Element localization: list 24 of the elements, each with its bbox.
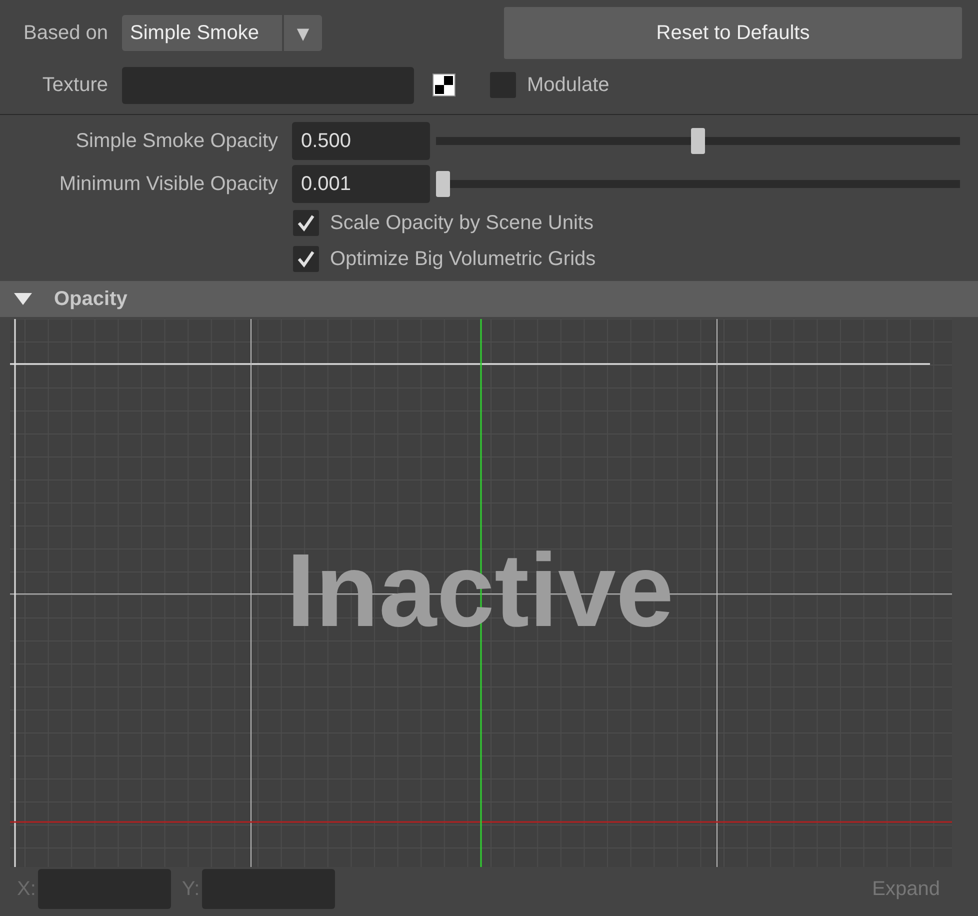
texture-field[interactable] — [122, 66, 414, 104]
collapse-triangle-icon[interactable] — [13, 292, 33, 306]
reset-button[interactable]: Reset to Defaults — [504, 7, 962, 59]
coordinate-field[interactable] — [202, 869, 335, 909]
field-label: Texture — [41, 74, 109, 96]
dropdown-arrow-button[interactable]: ▼ — [284, 15, 322, 51]
field-label: Simple Smoke Opacity — [74, 130, 279, 152]
section-title: Opacity — [54, 288, 128, 310]
modulate-checkbox[interactable] — [490, 72, 516, 98]
value-field[interactable]: 0.500 — [292, 122, 430, 160]
checker-icon[interactable] — [432, 73, 456, 97]
checkbox-label: Modulate — [527, 74, 610, 96]
section-header[interactable]: Opacity — [0, 281, 978, 317]
slider-thumb[interactable] — [691, 128, 705, 154]
field-label: Based on — [22, 22, 109, 44]
coordinate-field[interactable] — [38, 869, 171, 909]
value-field[interactable]: 0.001 — [292, 165, 430, 203]
checkbox-label: Scale Opacity by Scene Units — [330, 212, 594, 234]
field-label: Minimum Visible Opacity — [58, 172, 279, 196]
preset-dropdown[interactable]: Simple Smoke — [122, 15, 282, 51]
checkbox[interactable] — [293, 210, 319, 236]
slider-thumb[interactable] — [436, 171, 450, 197]
checkbox[interactable] — [293, 246, 319, 272]
checkbox-label: Optimize Big Volumetric Grids — [330, 248, 596, 270]
